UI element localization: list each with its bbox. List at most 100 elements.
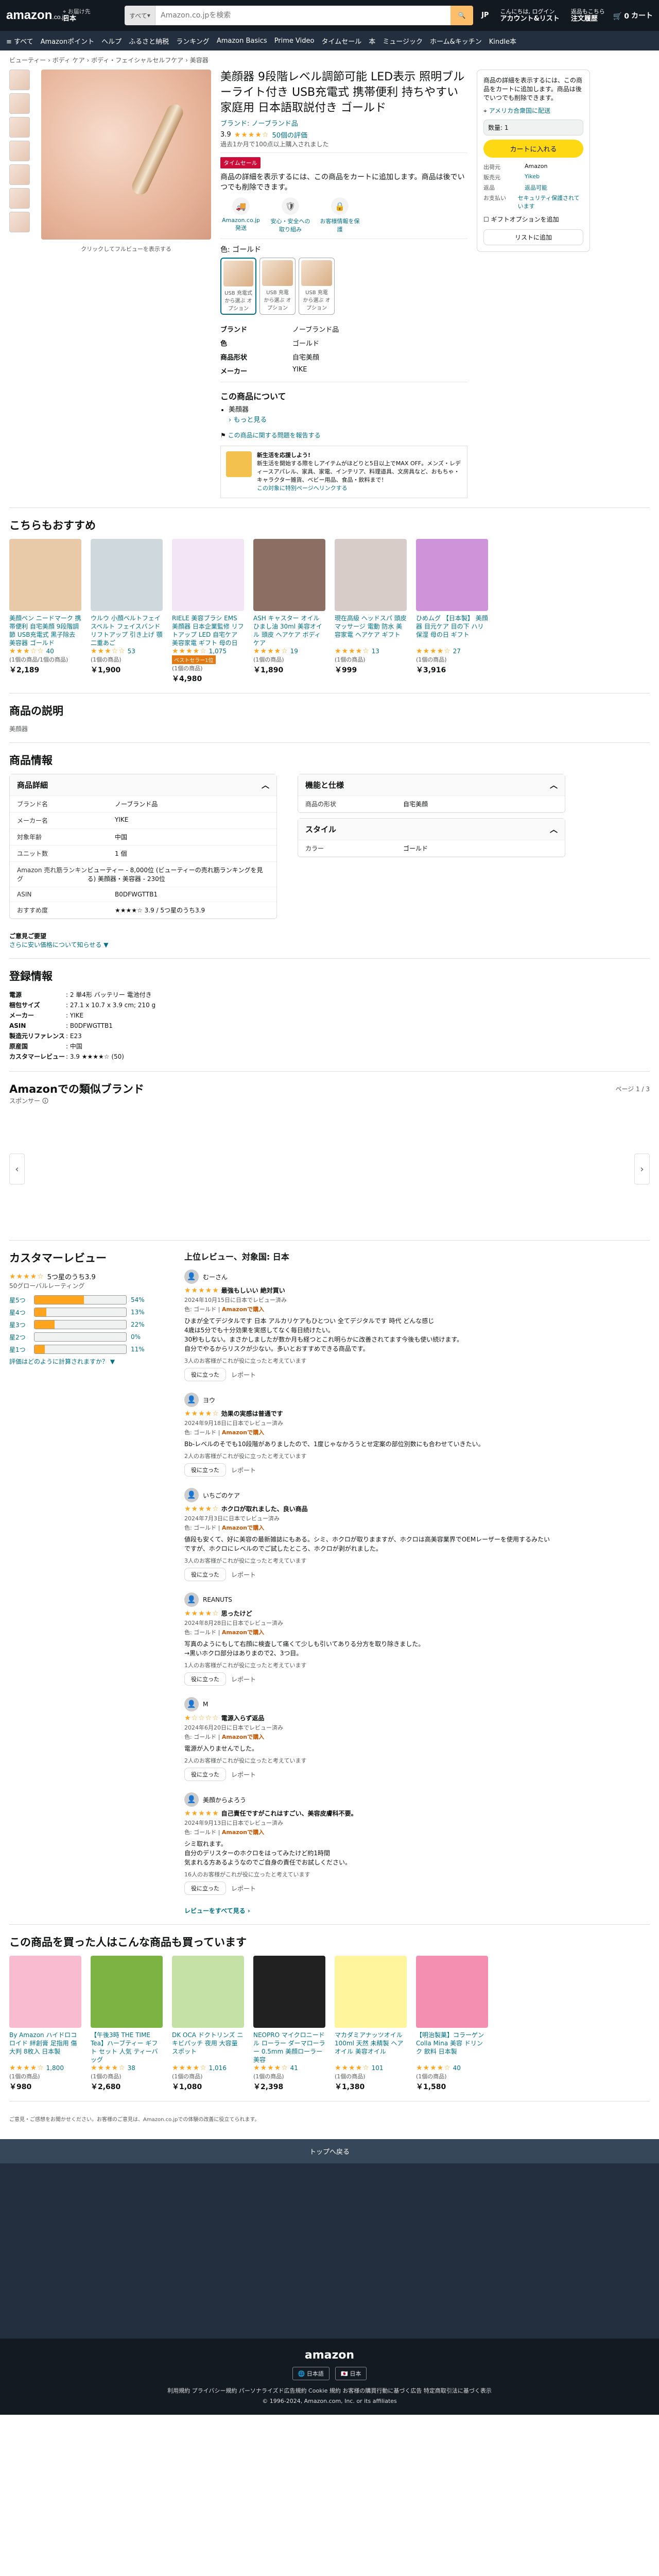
product-title[interactable]: By Amazon ハイドロコロイド 絆創膏 足指用 傷 大判 8枚入 日本製 xyxy=(9,2031,81,2064)
product-title[interactable]: ウルウ 小顔ベルトフェイスベルト フェイスバンド リフトアップ 引き上げ 顎 二… xyxy=(91,614,163,647)
thumbnail[interactable] xyxy=(9,188,30,209)
quantity-select[interactable]: 数量: 1 xyxy=(483,120,583,135)
account-menu[interactable]: こんにちは, ログイン アカウント&リスト xyxy=(497,8,562,23)
rating-calc-link[interactable]: 評価はどのように計算されますか？ ▼ xyxy=(9,1358,115,1365)
histogram-row[interactable]: 星3つ 22% xyxy=(9,1320,164,1329)
product-image[interactable] xyxy=(335,1956,407,2028)
swatch-option[interactable]: USB 充電 から選ぶ オプション xyxy=(299,258,335,315)
feature-privacy[interactable]: 🔒 お客様情報を保護 xyxy=(319,197,360,233)
cart-button[interactable]: 🛒 0 カート xyxy=(613,10,653,21)
nav-item[interactable]: ランキング xyxy=(176,36,210,46)
product-title[interactable]: 【午後3時 THE TIME Tea】ハーブティー ギフト セット 人気 ティー… xyxy=(91,2031,163,2064)
breadcrumb[interactable]: ビューティー › ボディ ケア › ボディ・フェイシャルセルフケア › 美容器 xyxy=(0,50,659,70)
report-link[interactable]: レポート xyxy=(231,1570,256,1579)
product-title[interactable]: 美顔ペン ニードマーク 携帯便利 自宅美顔 9段階調節 USB充電式 黒子除去 … xyxy=(9,614,81,647)
delivery-location[interactable]: ⌖ アメリカ合衆国に配送 xyxy=(483,107,583,115)
brand-link[interactable]: ブランド: ノーブランド品 xyxy=(220,118,467,128)
swatch-option[interactable]: USB 充電式 から選ぶ オプション xyxy=(220,258,256,315)
product-image[interactable] xyxy=(335,539,407,611)
carousel-next-button[interactable]: › xyxy=(634,1154,650,1184)
promo-banner[interactable]: 新生活を応援しよう! 新生活を開始する際をしアイテムがほどりと5日以上でMAX … xyxy=(220,446,467,498)
carousel-prev-button[interactable]: ‹ xyxy=(9,1154,25,1184)
histogram-row[interactable]: 星2つ 0% xyxy=(9,1332,164,1342)
footer-logo[interactable]: amazon xyxy=(0,2349,659,2362)
nav-item[interactable]: ミュージック xyxy=(383,36,423,46)
see-more-link[interactable]: › もっと見る xyxy=(229,415,467,426)
product-card[interactable]: By Amazon ハイドロコロイド 絆創膏 足指用 傷 大判 8枚入 日本製 … xyxy=(9,1956,81,2092)
helpful-button[interactable]: 役に立った xyxy=(184,1882,226,1895)
product-title[interactable]: ASH キャスター オイル ひまし油 30ml 美容オイル 頭皮 ヘアケア ボデ… xyxy=(253,614,325,647)
feature-shipping[interactable]: 🚚 Amazon.co.jp 発送 xyxy=(220,197,262,233)
footer-country-select[interactable]: 🇯🇵 日本 xyxy=(335,2367,367,2380)
swatch-option[interactable]: USB 充電 から選ぶ オプション xyxy=(259,258,296,315)
search-category-select[interactable]: すべて ▾ xyxy=(125,6,155,25)
product-image[interactable] xyxy=(91,539,163,611)
report-issue-link[interactable]: ⚑ この商品に関する問題を報告する xyxy=(220,431,467,439)
product-title[interactable]: ひめムグ 【日本製】 美顔器 目元ケア 目の下 ハリ 保湿 母の日 ギフト xyxy=(416,614,488,647)
product-image[interactable] xyxy=(416,1956,488,2028)
review-title[interactable]: 電源入らず返品 xyxy=(221,1715,265,1722)
histogram-row[interactable]: 星1つ 11% xyxy=(9,1345,164,1354)
thumbnail[interactable] xyxy=(9,70,30,90)
footer-language-select[interactable]: 🌐 日本語 xyxy=(292,2367,330,2380)
product-card[interactable]: DK OCA ドクトリンズ ニキビパッチ 夜用 大容量 スポット ★★★★☆ 1… xyxy=(172,1956,244,2092)
nav-item[interactable]: タイムセール xyxy=(321,36,361,46)
review-title[interactable]: 思ったけど xyxy=(221,1610,252,1617)
footer-legal-links[interactable]: 利用規約 プライバシー規約 パーソナライズド広告規約 Cookie 規約 お客様… xyxy=(0,2386,659,2395)
product-card[interactable]: ASH キャスター オイル ひまし油 30ml 美容オイル 頭皮 ヘアケア ボデ… xyxy=(253,539,325,684)
reviewer-name[interactable]: むーさん xyxy=(203,1273,228,1281)
function-accordion-header[interactable]: 機能と仕様 ︿ xyxy=(298,774,565,796)
reviewer-name[interactable]: いちごのケア xyxy=(203,1491,240,1500)
product-image[interactable] xyxy=(172,539,244,611)
product-image[interactable] xyxy=(91,1956,163,2028)
gift-option[interactable]: ☐ ギフトオプションを追加 xyxy=(483,215,583,224)
product-image[interactable] xyxy=(253,1956,325,2028)
review-title[interactable]: 最強もしいい 絶対買い xyxy=(221,1287,285,1294)
back-to-top-button[interactable]: トップへ戻る xyxy=(0,2139,659,2163)
add-to-cart-button[interactable]: カートに入れる xyxy=(483,140,583,158)
product-card[interactable]: ウルウ 小顔ベルトフェイスベルト フェイスバンド リフトアップ 引き上げ 顎 二… xyxy=(91,539,163,684)
product-card[interactable]: RIELE 美容ブラシ EMS 美顔器 日本企業監修 リフトアップ LED 自宅… xyxy=(172,539,244,684)
product-image[interactable] xyxy=(9,1956,81,2028)
product-card[interactable]: 【明治製菓】コラーゲン Colla Mina 美容 ドリンク 飲料 日本製 ★★… xyxy=(416,1956,488,2092)
report-link[interactable]: レポート xyxy=(231,1466,256,1475)
product-title[interactable]: 現在高級 ヘッドスパ 頭皮マッサージ 電動 防水 美容家電 ヘアケア ギフト xyxy=(335,614,407,647)
product-card[interactable]: マカダミアナッツオイル 100ml 天然 未精製 ヘアオイル 美容オイル ★★★… xyxy=(335,1956,407,2092)
product-title[interactable]: RIELE 美容ブラシ EMS 美顔器 日本企業監修 リフトアップ LED 自宅… xyxy=(172,614,244,647)
product-card[interactable]: 【午後3時 THE TIME Tea】ハーブティー ギフト セット 人気 ティー… xyxy=(91,1956,163,2092)
product-title[interactable]: NEOPRO マイクロニードル ローラー ダーマローラー 0.5mm 美顔ローラ… xyxy=(253,2031,325,2064)
helpful-button[interactable]: 役に立った xyxy=(184,1672,226,1686)
report-link[interactable]: レポート xyxy=(231,1770,256,1779)
feature-safety[interactable]: 🛡 安心・安全への取り組み xyxy=(270,197,311,233)
histogram-row[interactable]: 星5つ 54% xyxy=(9,1295,164,1304)
nav-item[interactable]: Amazonポイント xyxy=(41,36,95,46)
reviewer-name[interactable]: ヨウ xyxy=(203,1396,215,1404)
nav-item[interactable]: Kindle本 xyxy=(489,36,516,46)
product-title[interactable]: DK OCA ドクトリンズ ニキビパッチ 夜用 大容量 スポット xyxy=(172,2031,244,2064)
nav-item[interactable]: Amazon Basics xyxy=(217,37,267,45)
review-title[interactable]: 自己責任ですがこれはすごい、美容皮膚科不要。 xyxy=(221,1810,357,1817)
feedback-link[interactable]: さらに安い価格について知らせる ▼ xyxy=(9,941,108,948)
thumbnail[interactable] xyxy=(9,117,30,138)
report-link[interactable]: レポート xyxy=(231,1884,256,1893)
product-image[interactable] xyxy=(416,539,488,611)
helpful-button[interactable]: 役に立った xyxy=(184,1368,226,1381)
reviewer-name[interactable]: 美顔からよろう xyxy=(203,1795,246,1804)
search-input[interactable] xyxy=(155,6,451,25)
review-title[interactable]: 効果の実感は普通です xyxy=(221,1410,283,1417)
main-product-image[interactable] xyxy=(41,70,211,240)
product-card[interactable]: ひめムグ 【日本製】 美顔器 目元ケア 目の下 ハリ 保湿 母の日 ギフト ★★… xyxy=(416,539,488,684)
product-title[interactable]: 【明治製菓】コラーゲン Colla Mina 美容 ドリンク 飲料 日本製 xyxy=(416,2031,488,2064)
orders-link[interactable]: 返品もこちら 注文履歴 xyxy=(568,8,608,23)
deliver-to[interactable]: ⌖ お届け先 日本 xyxy=(63,8,119,23)
nav-item[interactable]: ヘルプ xyxy=(101,36,122,46)
product-card[interactable]: 美顔ペン ニードマーク 携帯便利 自宅美顔 9段階調節 USB充電式 黒子除去 … xyxy=(9,539,81,684)
review-title[interactable]: ホクロが取れました、良い商品 xyxy=(221,1505,308,1513)
search-button[interactable]: 🔍 xyxy=(450,6,474,25)
thumbnail[interactable] xyxy=(9,141,30,161)
product-card[interactable]: NEOPRO マイクロニードル ローラー ダーマローラー 0.5mm 美顔ローラ… xyxy=(253,1956,325,2092)
language-selector[interactable]: JP xyxy=(478,12,492,19)
thumbnail[interactable] xyxy=(9,93,30,114)
product-card[interactable]: 現在高級 ヘッドスパ 頭皮マッサージ 電動 防水 美容家電 ヘアケア ギフト ★… xyxy=(335,539,407,684)
report-link[interactable]: レポート xyxy=(231,1675,256,1684)
